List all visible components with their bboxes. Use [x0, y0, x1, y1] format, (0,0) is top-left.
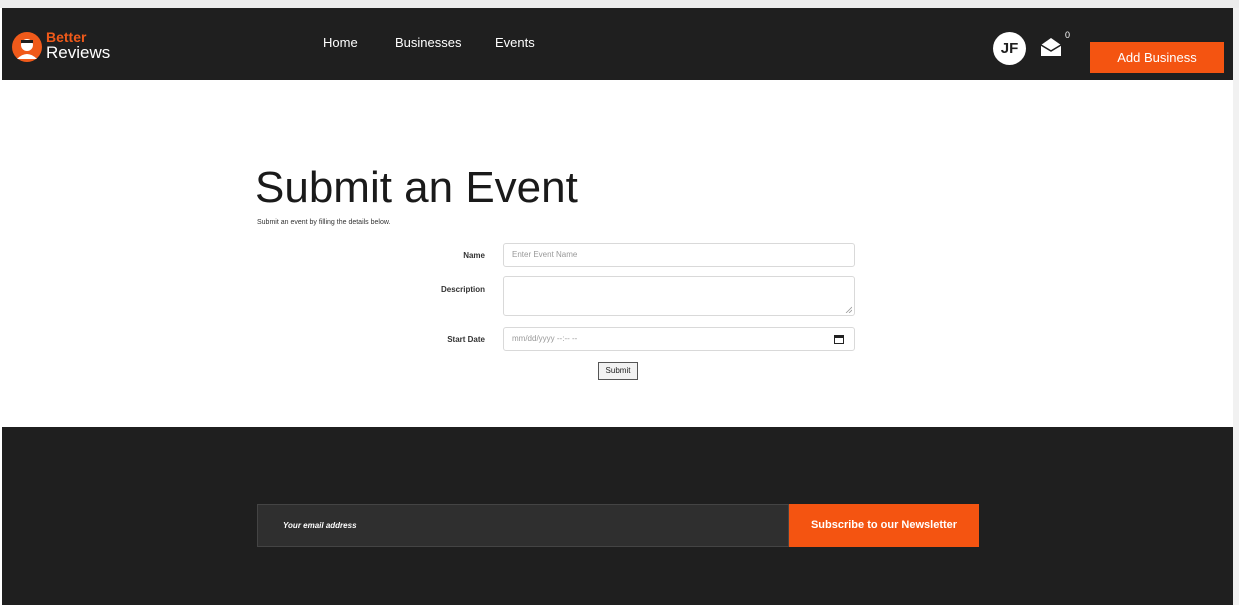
nav-home-link[interactable]: Home — [323, 35, 358, 51]
start-date-placeholder: mm/dd/yyyy --:-- -- — [512, 334, 578, 343]
name-label: Name — [463, 251, 485, 260]
calendar-icon[interactable] — [834, 334, 844, 344]
site-logo[interactable]: Better Reviews — [11, 29, 121, 65]
logo-mascot-icon — [12, 32, 42, 62]
nav-businesses-link[interactable]: Businesses — [395, 35, 461, 51]
window-top-edge — [0, 0, 1239, 8]
page-subtitle: Submit an event by filling the details b… — [257, 219, 391, 226]
subscribe-newsletter-button[interactable]: Subscribe to our Newsletter — [789, 504, 979, 547]
mail-count-badge: 0 — [1065, 30, 1071, 40]
mail-icon[interactable] — [1039, 36, 1063, 58]
description-textarea[interactable] — [503, 276, 855, 316]
window-scrollbar-track[interactable] — [1233, 8, 1239, 605]
user-avatar[interactable]: JF — [993, 32, 1026, 65]
nav-events-link[interactable]: Events — [495, 35, 535, 51]
add-business-button[interactable]: Add Business — [1090, 42, 1224, 73]
page-title: Submit an Event — [255, 163, 578, 212]
site-header: Better Reviews Home Businesses Events JF… — [2, 8, 1233, 80]
submit-button[interactable]: Submit — [598, 362, 638, 380]
start-date-input[interactable]: mm/dd/yyyy --:-- -- — [503, 327, 855, 351]
start-date-label: Start Date — [447, 335, 485, 344]
logo-text-reviews: Reviews — [46, 43, 111, 62]
description-label: Description — [440, 285, 485, 294]
newsletter-email-input[interactable]: Your email address — [257, 504, 789, 547]
site-footer: Your email address Subscribe to our News… — [2, 427, 1233, 605]
resize-grip-icon[interactable] — [845, 306, 852, 313]
event-name-input[interactable]: Enter Event Name — [503, 243, 855, 267]
